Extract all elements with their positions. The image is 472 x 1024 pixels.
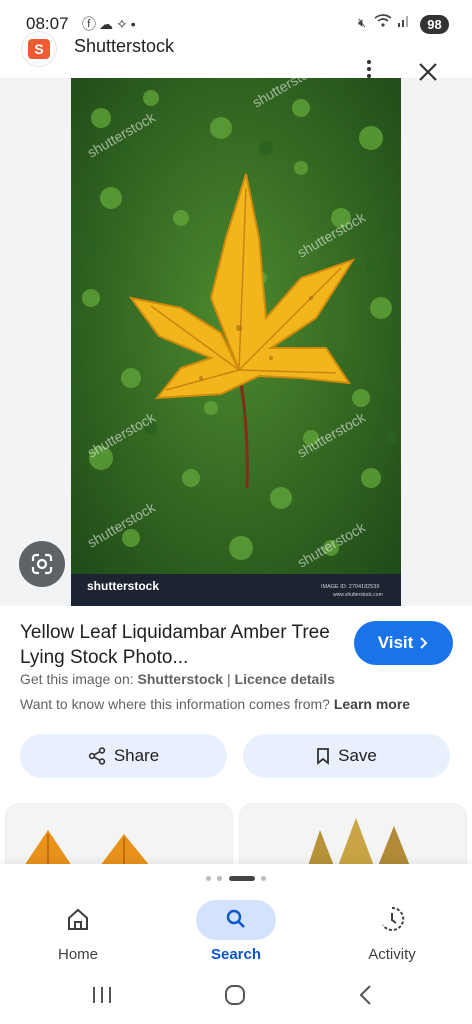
share-button[interactable]: Share — [20, 734, 227, 778]
home-icon — [68, 908, 88, 930]
search-icon — [226, 909, 245, 928]
info-question: Want to know where this information come… — [20, 696, 330, 712]
source-prefix: Get this image on: — [20, 671, 134, 687]
close-icon[interactable] — [414, 58, 442, 86]
chevron-right-icon — [420, 637, 428, 649]
image-id-text: IMAGE ID: 2704182539 — [321, 584, 379, 590]
mute-icon: 🔇︎ — [358, 15, 369, 30]
related-thumbnail — [308, 818, 410, 864]
info-line: Want to know where this information come… — [20, 696, 410, 712]
status-bar: 08:07 ⓕ☁✧• 🔇︎ 98 — [0, 0, 472, 40]
save-button[interactable]: Save — [243, 734, 450, 778]
nav-home[interactable]: Home — [18, 894, 138, 972]
save-label: Save — [338, 746, 377, 765]
licence-details-link[interactable]: Licence details — [235, 671, 335, 687]
dot-icon: • — [130, 16, 139, 32]
separator: | — [226, 671, 231, 687]
learn-more-link[interactable]: Learn more — [334, 696, 410, 712]
site-logo[interactable]: S — [22, 32, 56, 66]
system-navigation-bar — [0, 974, 472, 1024]
system-status-icons: 🔇︎ — [358, 14, 409, 31]
site-url-text: www.shutterstock.com — [333, 592, 383, 598]
related-thumbnail — [25, 830, 149, 864]
site-name[interactable]: Shutterstock — [74, 36, 174, 57]
watermark-brand: shutterstock — [87, 579, 159, 593]
result-title[interactable]: Yellow Leaf Liquidambar Amber Tree Lying… — [20, 620, 340, 670]
shutterstock-logo-icon: S — [28, 39, 50, 59]
visit-button[interactable]: Visit — [354, 621, 453, 665]
related-results — [0, 800, 472, 864]
lens-icon — [31, 553, 53, 575]
result-image[interactable]: shutterstock shutterstock shutterstock s… — [71, 78, 401, 606]
related-card[interactable] — [239, 803, 467, 864]
share-label: Share — [113, 746, 160, 765]
bookmark-icon — [317, 748, 330, 765]
home-button-icon[interactable] — [222, 983, 248, 1007]
bottom-navigation: Home Search Activity — [0, 894, 472, 974]
carousel-indicator-area — [0, 864, 472, 894]
recent-apps-icon[interactable] — [90, 984, 114, 1006]
more-options-icon[interactable] — [362, 58, 376, 84]
share-icon — [88, 747, 106, 765]
back-icon[interactable] — [356, 983, 376, 1007]
sparkle-search-icon: ✧ — [116, 16, 131, 32]
source-link[interactable]: Shutterstock — [138, 671, 224, 687]
google-lens-button[interactable] — [19, 541, 65, 587]
related-card[interactable] — [5, 803, 233, 864]
leaf-photo: shutterstock shutterstock shutterstock s… — [71, 78, 401, 606]
status-time: 08:07 — [26, 14, 69, 33]
nav-home-label: Home — [57, 946, 98, 963]
nav-activity-label: Activity — [368, 946, 416, 963]
nav-search-label: Search — [210, 946, 262, 963]
notification-icons: ⓕ☁✧• — [82, 14, 139, 34]
source-line: Get this image on: Shutterstock | Licenc… — [20, 671, 335, 687]
cloud-icon: ☁ — [99, 16, 116, 32]
nav-search[interactable]: Search — [176, 894, 296, 972]
visit-label: Visit — [377, 633, 414, 652]
facebook-icon: ⓕ — [82, 16, 99, 32]
nav-activity[interactable]: Activity — [332, 894, 452, 972]
wifi-icon — [374, 14, 392, 27]
battery-indicator: 98 — [420, 15, 449, 34]
activity-icon — [382, 906, 405, 931]
signal-icon — [398, 16, 409, 27]
